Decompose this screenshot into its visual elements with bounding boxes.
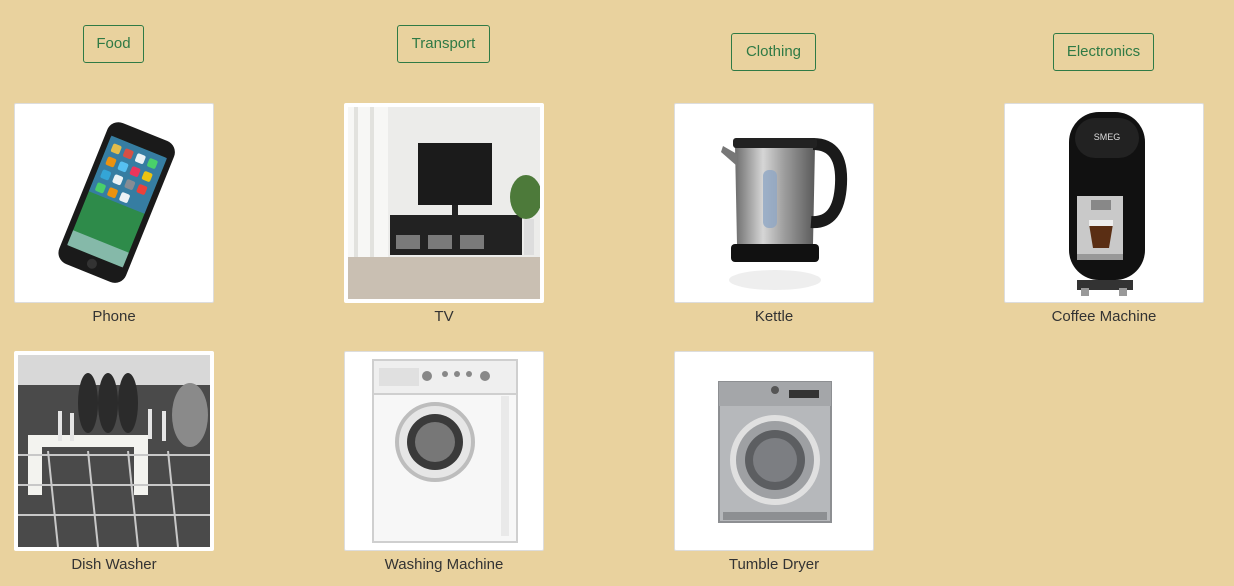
tumble-dryer-image[interactable] (674, 351, 874, 551)
item-card-tv[interactable]: TV (344, 103, 544, 325)
item-card-phone[interactable]: Phone (14, 103, 214, 325)
item-card-kettle[interactable]: Kettle (674, 103, 874, 325)
category-button-clothing[interactable]: Clothing (731, 33, 816, 71)
item-card-dish-washer[interactable]: Dish Washer (14, 351, 214, 573)
item-label: TV (434, 308, 454, 325)
category-button-food[interactable]: Food (83, 25, 144, 63)
tv-image[interactable] (344, 103, 544, 303)
phone-image[interactable] (14, 103, 214, 303)
item-label: Washing Machine (384, 556, 504, 573)
item-card-coffee-machine[interactable]: SMEG Coffee Machine (1004, 103, 1204, 325)
item-card-tumble-dryer[interactable]: Tumble Dryer (674, 351, 874, 573)
item-label: Kettle (754, 308, 794, 325)
kettle-image[interactable] (674, 103, 874, 303)
category-button-transport[interactable]: Transport (397, 25, 490, 63)
item-label: Coffee Machine (1051, 308, 1157, 325)
washing-machine-image[interactable] (344, 351, 544, 551)
coffee-machine-image[interactable]: SMEG (1004, 103, 1204, 303)
item-label: Dish Washer (71, 556, 157, 573)
category-button-electronics[interactable]: Electronics (1053, 33, 1154, 71)
item-card-washing-machine[interactable]: Washing Machine (344, 351, 544, 573)
dish-washer-image[interactable] (14, 351, 214, 551)
svg-text:SMEG: SMEG (1094, 132, 1121, 142)
item-label: Tumble Dryer (728, 556, 820, 573)
item-label: Phone (92, 308, 136, 325)
